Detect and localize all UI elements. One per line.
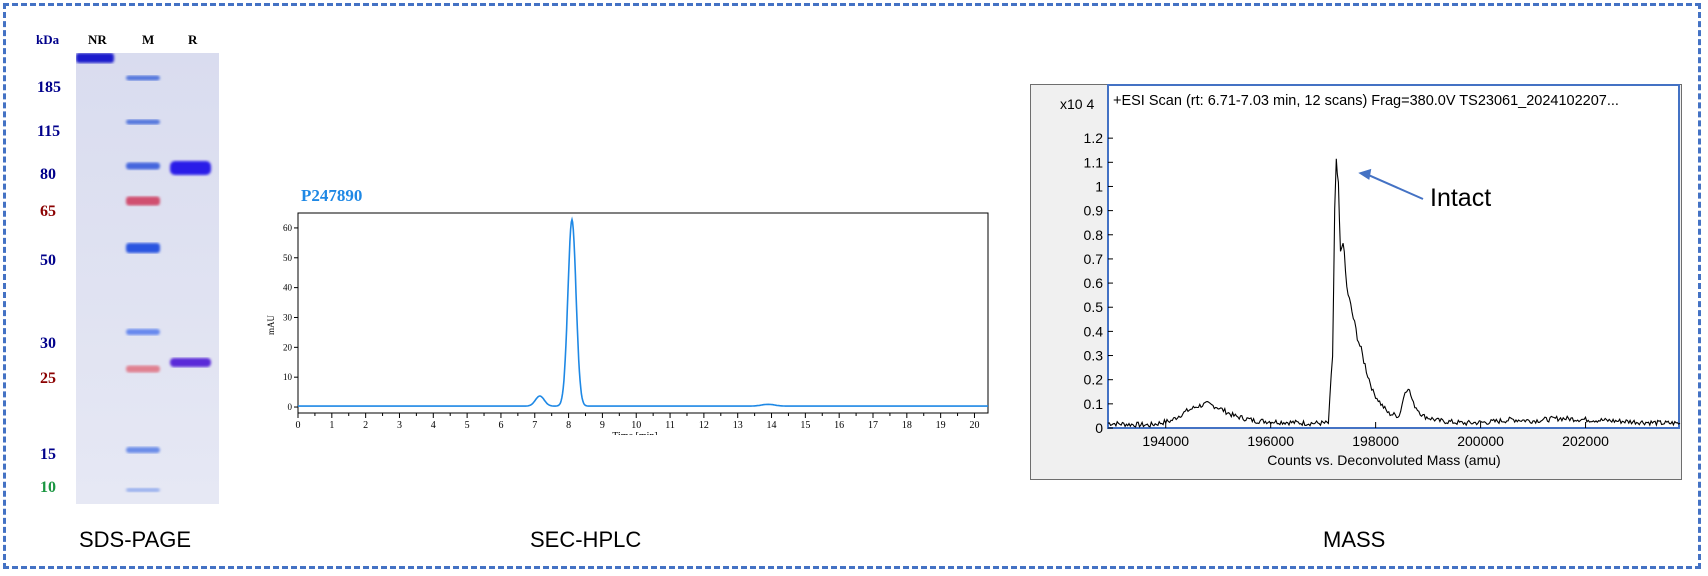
sec-xtick-label: 2: [363, 420, 368, 431]
marker-label-30: 30: [40, 335, 56, 352]
mass-xtick-label: 196000: [1247, 433, 1294, 449]
sec-xtick-label: 16: [834, 420, 844, 431]
mass-ytick-label: 0: [1095, 420, 1103, 436]
sec-ytick-label: 30: [283, 312, 293, 322]
sec-ylabel: mAU: [266, 315, 276, 336]
mass-ytick-label: 1.1: [1084, 154, 1104, 170]
ladder-band-15: [126, 447, 160, 453]
sec-xtick-label: 17: [868, 420, 878, 431]
nr-band: [76, 53, 114, 63]
ladder-band-25: [126, 365, 160, 373]
mass-ytick-label: 1.2: [1084, 130, 1104, 146]
sec-xtick-label: 9: [600, 420, 605, 431]
sec-ytick-label: 0: [288, 402, 293, 412]
mass-ytick-label: 0.7: [1084, 251, 1104, 267]
mass-xtick-label: 200000: [1457, 433, 1504, 449]
sec-xtick-label: 13: [733, 420, 743, 431]
sec-xtick-label: 18: [902, 420, 912, 431]
marker-label-10: 10: [40, 479, 56, 496]
lane-header-m: M: [142, 32, 155, 47]
sec-ytick-label: 50: [283, 253, 293, 263]
ladder-band-185: [126, 75, 160, 81]
gel-image: [76, 53, 219, 504]
sec-sample-id: P247890: [301, 186, 363, 205]
sec-hplc-title: SEC-HPLC: [530, 527, 642, 552]
mass-title: MASS: [1323, 527, 1386, 552]
mass-ytick-label: 0.4: [1084, 323, 1104, 339]
sec-xtick-label: 0: [296, 420, 301, 431]
sec-plot-frame: [297, 212, 989, 414]
sec-hplc-chart: 01020304050600 1 2 3 4 5 6 7 8 9 10 11 12 13 14 15 16 17 1…: [266, 212, 989, 435]
mass-header: +ESI Scan (rt: 6.71-7.03 min, 12 scans) …: [1113, 93, 1619, 109]
sec-xtick-label: 19: [936, 420, 946, 431]
mass-xlabel: Counts vs. Deconvoluted Mass (amu): [1267, 452, 1500, 468]
mass-xtick-label: 198000: [1352, 433, 1399, 449]
sec-xtick-label: 3: [397, 420, 402, 431]
sec-xtick-label: 10: [631, 420, 641, 431]
sec-xtick-label: 15: [800, 420, 810, 431]
sec-ytick-label: 40: [283, 283, 293, 293]
sec-xtick-label: 4: [431, 420, 436, 431]
marker-label-80: 80: [40, 166, 56, 183]
mass-ytick-label: 0.8: [1084, 227, 1104, 243]
ladder-band-80: [126, 162, 160, 170]
sec-xlabel: Time [min]: [612, 431, 657, 435]
ladder-band-10: [126, 488, 160, 492]
sec-xtick-label: 8: [566, 420, 571, 431]
ladder-band-65: [126, 196, 160, 206]
mass-xtick-label: 202000: [1562, 433, 1609, 449]
mass-chart: x10 4 0 0.1 0.2 0.3 0.4 0.5 0.6 0.7 0.8 0.9 1 1.1 1.2…: [1060, 84, 1681, 468]
marker-label-115: 115: [37, 123, 61, 140]
mass-xtick-label: 194000: [1142, 433, 1189, 449]
sec-xtick-label: 6: [498, 420, 503, 431]
ladder-band-115: [126, 119, 160, 125]
kda-header: kDa: [36, 32, 60, 47]
r-heavy-chain-band: [170, 161, 211, 175]
sec-ytick-label: 60: [283, 223, 293, 233]
mass-ytick-label: 0.1: [1084, 396, 1104, 412]
mass-ytick-label: 0.6: [1084, 275, 1104, 291]
mass-scale-label: x10 4: [1060, 96, 1094, 112]
marker-label-185: 185: [37, 79, 61, 96]
marker-label-65: 65: [40, 203, 56, 220]
mass-plot-frame: [1107, 84, 1680, 429]
sec-ytick-label: 10: [283, 372, 293, 382]
sec-xtick-label: 12: [699, 420, 709, 431]
sec-xtick-label: 7: [532, 420, 537, 431]
sec-xtick-label: 20: [969, 420, 979, 431]
sec-xtick-label: 14: [767, 420, 777, 431]
ladder-band-50: [126, 243, 160, 253]
intact-annotation: Intact: [1430, 184, 1492, 212]
sec-ytick-label: 20: [283, 342, 293, 352]
lane-header-r: R: [188, 32, 198, 47]
mass-ytick-label: 0.5: [1084, 299, 1104, 315]
marker-label-50: 50: [40, 252, 56, 269]
mass-ytick-label: 0.3: [1084, 348, 1104, 364]
sec-xtick-label: 1: [329, 420, 334, 431]
lane-header-nr: NR: [88, 32, 107, 47]
mass-ytick-label: 1: [1095, 178, 1103, 194]
sec-xtick-label: 5: [465, 420, 470, 431]
mass-ytick-label: 0.9: [1084, 203, 1104, 219]
ladder-band-30: [126, 329, 160, 335]
mass-ytick-label: 0.2: [1084, 372, 1104, 388]
sec-xtick-label: 11: [665, 420, 675, 431]
marker-label-15: 15: [40, 446, 56, 463]
r-light-chain-band: [170, 358, 211, 367]
sds-page-title: SDS-PAGE: [79, 527, 192, 552]
marker-label-25: 25: [40, 370, 56, 387]
